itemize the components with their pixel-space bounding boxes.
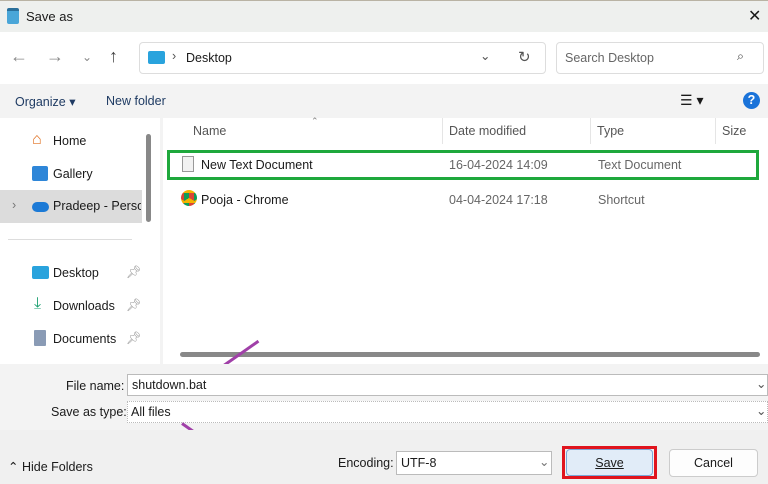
documents-icon (34, 330, 46, 346)
save-form: File name: shutdown.bat ⌄ Save as type: … (0, 364, 768, 448)
horizontal-scrollbar[interactable] (180, 352, 760, 357)
forward-icon[interactable]: → (46, 46, 64, 67)
file-type: Shortcut (598, 193, 645, 207)
file-name: Pooja - Chrome (201, 193, 289, 207)
file-date: 16-04-2024 14:09 (449, 158, 548, 172)
pin-icon[interactable]: 📌︎ (126, 331, 142, 346)
expand-chevron-icon: › (12, 198, 17, 212)
search-icon: ⌕ (737, 49, 745, 63)
sidebar-item-downloads[interactable]: ⤓ Downloads 📌︎ (0, 291, 142, 321)
pin-icon[interactable]: 📌︎ (126, 298, 142, 313)
dialog-footer: ⌃ Hide Folders Encoding: UTF-8 ⌄ Save Ca… (0, 430, 768, 484)
desktop-icon (32, 266, 49, 279)
pin-icon[interactable]: 📌︎ (126, 265, 142, 280)
chevron-up-icon: ⌃ (8, 460, 19, 474)
sidebar-item-label: Desktop (53, 266, 99, 280)
save-as-type-select[interactable]: All files ⌄ (127, 401, 768, 423)
file-type: Text Document (598, 158, 682, 172)
chevron-right-icon: › (172, 49, 177, 63)
recent-chevron-icon[interactable]: ⌄ (82, 50, 92, 64)
sort-up-icon: ⌃ (311, 116, 319, 126)
column-name[interactable]: Name (193, 124, 226, 138)
hide-folders-button[interactable]: ⌃ Hide Folders (8, 459, 93, 474)
onedrive-icon (32, 202, 49, 212)
file-row[interactable]: Pooja - Chrome 04-04-2024 17:18 Shortcut (167, 185, 759, 215)
file-name: New Text Document (201, 158, 313, 172)
column-type[interactable]: Type (597, 124, 624, 138)
sidebar-item-label: Documents (53, 332, 117, 346)
column-divider[interactable] (442, 118, 443, 144)
navigation-bar: ← → ⌄ ↑ › Desktop ⌄ ↻ Search Desktop ⌕ (0, 32, 768, 84)
hide-folders-label: Hide Folders (21, 460, 93, 474)
notepad-icon (7, 8, 19, 24)
search-input[interactable]: Search Desktop ⌕ (556, 42, 764, 74)
window-title: Save as (26, 9, 73, 24)
sidebar-item-label: Home (53, 134, 87, 148)
up-icon[interactable]: ↑ (109, 46, 118, 67)
organize-label: Organize (15, 95, 66, 109)
encoding-value: UTF-8 (401, 456, 437, 470)
encoding-label: Encoding: (338, 456, 394, 470)
organize-button[interactable]: Organize ▾ (15, 94, 75, 109)
refresh-icon[interactable]: ↻ (518, 48, 531, 66)
chevron-down-icon[interactable]: ⌄ (480, 48, 490, 63)
sidebar-item-gallery[interactable]: Gallery (0, 159, 142, 189)
sidebar-scrollbar[interactable] (146, 134, 151, 222)
save-button[interactable]: Save (566, 449, 653, 476)
back-icon[interactable]: ← (10, 46, 28, 67)
encoding-select[interactable]: UTF-8 ⌄ (396, 451, 552, 475)
close-icon[interactable]: ✕ (748, 6, 761, 26)
column-date-modified[interactable]: Date modified (449, 124, 526, 138)
chrome-shortcut-icon (181, 190, 197, 206)
column-divider[interactable] (590, 118, 591, 144)
file-name-label: File name: (66, 379, 125, 393)
download-icon: ⤓ (34, 295, 42, 312)
view-options-icon[interactable]: ☰ ▾ (680, 92, 703, 109)
title-bar: Save as ✕ (0, 0, 768, 32)
new-folder-button[interactable]: New folder (106, 94, 166, 108)
file-name-value: shutdown.bat (132, 378, 207, 392)
cancel-label: Cancel (694, 456, 733, 470)
cancel-button[interactable]: Cancel (669, 449, 758, 477)
file-list: Name ⌃ Date modified Type Size New Text … (163, 116, 768, 372)
file-date: 04-04-2024 17:18 (449, 193, 548, 207)
chevron-down-icon[interactable]: ⌄ (756, 376, 766, 391)
search-placeholder: Search Desktop (565, 51, 654, 65)
gallery-icon (32, 166, 48, 181)
address-bar[interactable]: › Desktop ⌄ ↻ (139, 42, 546, 74)
column-size[interactable]: Size (722, 124, 746, 138)
divider (8, 239, 132, 240)
chevron-down-icon[interactable]: ⌄ (756, 403, 766, 418)
file-name-input[interactable]: shutdown.bat ⌄ (127, 374, 768, 396)
save-label: Save (595, 456, 624, 470)
sidebar-item-onedrive[interactable]: › Pradeep - Personal (0, 190, 142, 223)
sidebar-item-documents[interactable]: Documents 📌︎ (0, 324, 142, 354)
navigation-pane: ⌂ Home Gallery › Pradeep - Personal Deskto… (0, 118, 160, 364)
save-as-type-value: All files (131, 405, 171, 419)
sidebar-item-label: Pradeep - Personal (53, 199, 141, 213)
chevron-down-icon: ⌄ (539, 455, 550, 469)
help-icon[interactable]: ? (743, 92, 760, 109)
column-divider[interactable] (715, 118, 716, 144)
file-row[interactable]: New Text Document 16-04-2024 14:09 Text … (167, 150, 759, 180)
desktop-icon (148, 51, 165, 64)
breadcrumb[interactable]: Desktop (186, 51, 232, 65)
sidebar-item-label: Gallery (53, 167, 93, 181)
text-file-icon (182, 156, 194, 172)
save-as-type-label: Save as type: (51, 405, 127, 419)
toolbar: Organize ▾ New folder ☰ ▾ ? (0, 84, 768, 118)
sidebar-item-home[interactable]: ⌂ Home (0, 126, 142, 156)
sidebar-item-label: Downloads (53, 299, 115, 313)
home-icon: ⌂ (32, 131, 42, 148)
sidebar-item-desktop[interactable]: Desktop 📌︎ (0, 258, 142, 288)
